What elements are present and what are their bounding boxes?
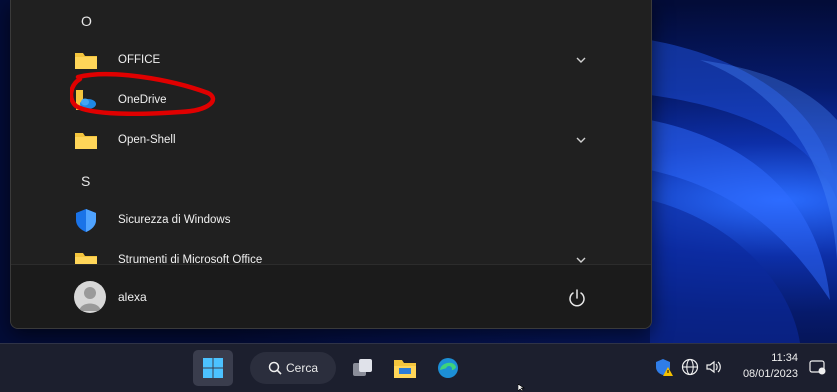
section-letter-s[interactable]: S	[81, 173, 90, 189]
network-icon[interactable]	[681, 358, 699, 376]
windows-security-shield-icon	[76, 209, 96, 232]
file-explorer-icon	[394, 360, 416, 378]
clock-time: 11:34	[771, 352, 798, 364]
user-name[interactable]: alexa	[118, 290, 147, 304]
edge-button[interactable]	[431, 350, 465, 386]
taskbar: Cerca 11:34 08/01/2023	[0, 343, 837, 392]
app-item-windows-security[interactable]: Sicurezza di Windows	[11, 200, 651, 240]
chevron-down-icon[interactable]	[574, 133, 588, 147]
app-label-office: OFFICE	[118, 54, 161, 66]
folder-icon	[75, 53, 97, 69]
volume-icon[interactable]	[705, 358, 723, 376]
search-icon	[268, 361, 282, 375]
app-label-onedrive: OneDrive	[118, 94, 167, 106]
file-explorer-button[interactable]	[388, 350, 422, 386]
start-icon	[203, 358, 223, 378]
onedrive-icon	[76, 90, 96, 110]
app-item-open-shell[interactable]: Open-Shell	[11, 120, 651, 160]
chevron-down-icon[interactable]	[574, 253, 588, 264]
start-menu-footer: alexa	[11, 264, 651, 328]
clock[interactable]: 11:34 08/01/2023	[742, 350, 798, 382]
avatar[interactable]	[74, 281, 106, 313]
mouse-cursor	[518, 384, 525, 391]
folder-icon	[75, 133, 97, 149]
edge-icon	[438, 358, 458, 378]
security-warning-icon[interactable]	[655, 358, 673, 376]
power-icon[interactable]	[567, 288, 587, 308]
user-icon	[79, 287, 101, 311]
clock-date: 08/01/2023	[742, 368, 798, 380]
start-button[interactable]	[193, 350, 233, 386]
chevron-down-icon[interactable]	[574, 53, 588, 67]
section-letter-o[interactable]: O	[81, 13, 92, 29]
app-label-microsoft-office-tools: Strumenti di Microsoft Office	[118, 254, 263, 264]
task-view-icon	[353, 359, 372, 376]
all-apps-list: O OFFICE OneDrive Open-Shell S Sicurezza…	[11, 0, 651, 264]
start-menu: O OFFICE OneDrive Open-Shell S Sicurezza…	[10, 0, 652, 329]
app-item-office[interactable]: OFFICE	[11, 40, 651, 80]
app-label-windows-security: Sicurezza di Windows	[118, 214, 231, 226]
app-label-open-shell: Open-Shell	[118, 134, 176, 146]
folder-icon	[75, 253, 97, 264]
notification-icon[interactable]	[808, 358, 826, 376]
task-view-button[interactable]	[346, 350, 380, 386]
search-button[interactable]: Cerca	[250, 352, 336, 384]
search-label: Cerca	[285, 361, 318, 375]
app-item-microsoft-office-tools[interactable]: Strumenti di Microsoft Office	[11, 240, 651, 264]
app-item-onedrive[interactable]: OneDrive	[11, 80, 651, 120]
